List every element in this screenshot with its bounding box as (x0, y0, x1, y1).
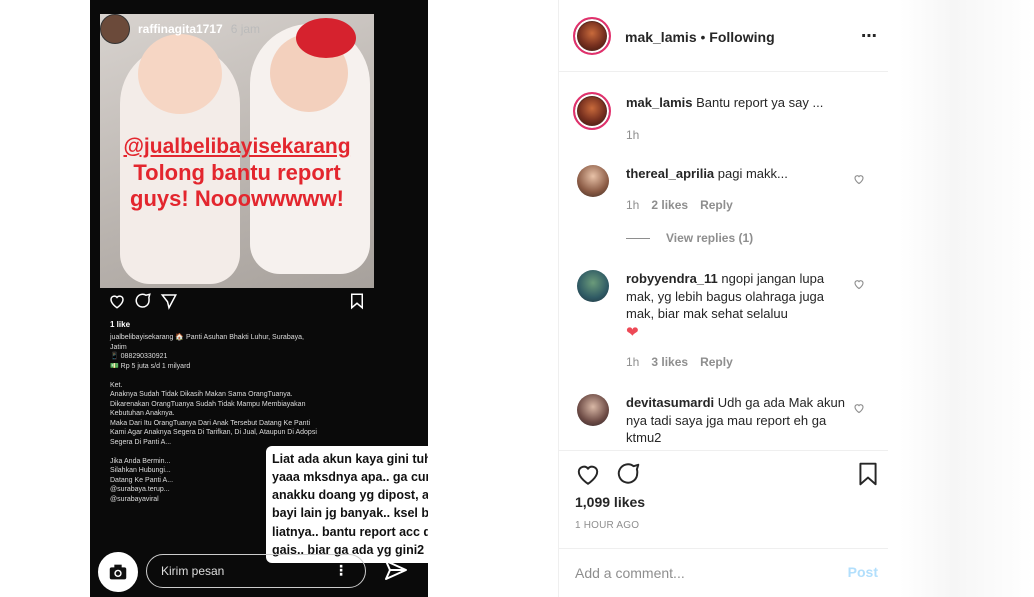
caption-text: mak_lamis Bantu report ya say ... (626, 94, 848, 112)
comment-text: devitasumardi Udh ga ada Mak akun nya ta… (626, 394, 848, 447)
following-button[interactable]: Following (709, 29, 774, 45)
comment-text: thereal_aprilia pagi makk... (626, 165, 848, 183)
bookmark-icon (348, 292, 366, 310)
heart-icon (108, 292, 126, 310)
more-options-icon[interactable]: ⋯ (861, 26, 878, 46)
comment-item: robyyendra_11 ngopi jangan lupa mak, yg … (575, 270, 875, 370)
comment-icon (134, 292, 152, 310)
baby-photo: @jualbelibayisekarang Tolong bantu repor… (100, 14, 374, 288)
comment-meta: 1h 3 likes Reply (626, 355, 733, 369)
comment-item: devitasumardi Udh ga ada Mak akun nya ta… (575, 394, 875, 450)
story-screenshot: @jualbelibayisekarang Tolong bantu repor… (90, 0, 428, 597)
comment-body: pagi makk... (717, 166, 788, 181)
caption-avatar[interactable] (573, 92, 611, 130)
comment-likes[interactable]: 2 likes (651, 198, 688, 212)
overlay-handle: @jualbelibayisekarang (123, 135, 351, 158)
post-panel: mak_lamis • Following ⋯ mak_lamis Bantu … (558, 0, 888, 597)
send-icon (384, 558, 410, 584)
post-time-ago[interactable]: 1 HOUR AGO (575, 520, 639, 531)
post-media: @jualbelibayisekarang Tolong bantu repor… (0, 0, 558, 597)
more-vertical-icon: ⋮ (334, 562, 348, 578)
comment-username[interactable]: thereal_aprilia (626, 166, 714, 181)
commenter-avatar[interactable] (577, 165, 609, 197)
red-heart-emoji: ❤ (626, 324, 639, 342)
add-comment-input[interactable]: Add a comment... (575, 565, 685, 581)
story-text-bubble: Liat ada akun kaya gini tuh gila sih yaa… (266, 446, 428, 563)
comment-time: 1h (626, 355, 640, 369)
story-reply-input: Kirim pesan (146, 554, 366, 588)
commenter-avatar[interactable] (577, 270, 609, 302)
commenter-avatar[interactable] (577, 394, 609, 426)
like-heart-icon[interactable] (575, 461, 601, 487)
reply-button[interactable]: Reply (700, 355, 733, 369)
story-likes: 1 like (110, 320, 131, 329)
caption-item: mak_lamis Bantu report ya say ... 1h (573, 92, 875, 144)
comments-list[interactable]: mak_lamis Bantu report ya say ... 1h the… (559, 72, 888, 450)
comment-username[interactable]: robyyendra_11 (626, 271, 718, 286)
author-avatar[interactable] (573, 17, 611, 55)
comment-time: 1h (626, 198, 640, 212)
comment-like-icon[interactable] (853, 402, 865, 414)
view-replies-button[interactable]: View replies (1) (626, 231, 753, 245)
overlay-line-2: Tolong bantu report (133, 159, 341, 185)
replies-divider (626, 237, 650, 239)
comment-item: thereal_aprilia pagi makk... 1h 2 likes … (575, 165, 875, 215)
story-overlay-text: @jualbelibayisekarang Tolong bantu repor… (100, 134, 374, 213)
caption-username[interactable]: mak_lamis (626, 95, 693, 110)
comment-text: robyyendra_11 ngopi jangan lupa mak, yg … (626, 270, 848, 343)
caption-time: 1h (626, 128, 640, 142)
story-time: 6 jam (230, 22, 261, 36)
share-icon (160, 292, 178, 310)
story-reply-bar: Kirim pesan ⋮ (98, 552, 422, 592)
comment-likes[interactable]: 3 likes (651, 355, 688, 369)
background-edge (900, 0, 1034, 597)
comment-username[interactable]: devitasumardi (626, 395, 714, 410)
camera-icon (98, 552, 138, 592)
bookmark-save-icon[interactable] (855, 461, 881, 487)
header-separator: • (700, 29, 706, 45)
post-actions: 1,099 likes 1 HOUR AGO (559, 450, 888, 548)
reply-button[interactable]: Reply (700, 198, 733, 212)
likes-count[interactable]: 1,099 likes (575, 494, 645, 510)
post-comment-button[interactable]: Post (848, 564, 878, 580)
story-username: raffinagita1717 (138, 22, 223, 36)
story-avatar (100, 14, 130, 44)
comment-like-icon[interactable] (853, 173, 865, 185)
add-comment-bar: Add a comment... Post (559, 548, 888, 597)
story-post-actions (108, 292, 373, 316)
overlay-line-3: guys! Nooowwwww! (130, 186, 344, 212)
caption-body: Bantu report ya say ... (696, 95, 824, 110)
story-header: raffinagita1717 6 jam (100, 14, 260, 44)
author-line: mak_lamis • Following (625, 29, 775, 45)
post-header: mak_lamis • Following ⋯ (559, 0, 888, 72)
comment-like-icon[interactable] (853, 278, 865, 290)
author-username[interactable]: mak_lamis (625, 29, 697, 45)
comment-meta: 1h 2 likes Reply (626, 198, 733, 212)
caption-meta: 1h (626, 128, 639, 142)
view-replies-label[interactable]: View replies (1) (666, 231, 753, 245)
comment-bubble-icon[interactable] (615, 461, 641, 487)
